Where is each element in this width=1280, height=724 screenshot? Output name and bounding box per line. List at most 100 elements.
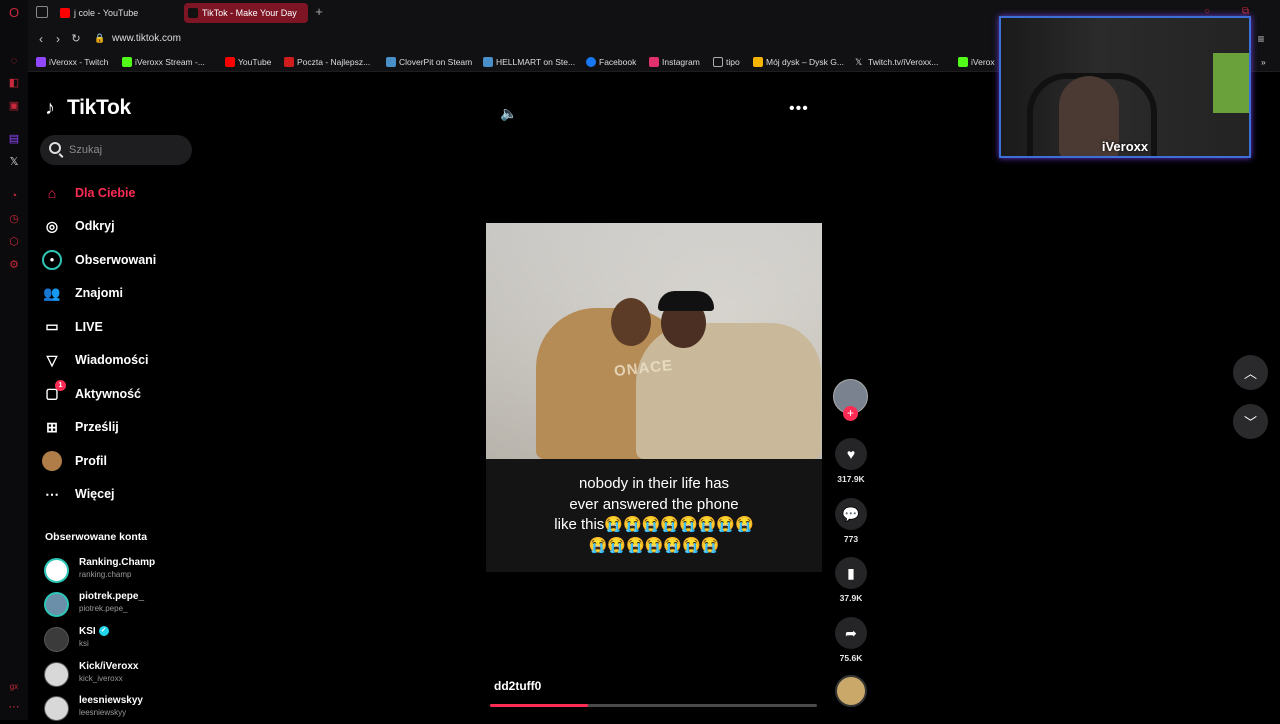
bookmark-item[interactable]: 𝕏 Twitch.tv/iVeroxx...: [855, 55, 938, 69]
bookmark-item[interactable]: HELLMART on Ste...: [483, 55, 575, 69]
music-disc-icon[interactable]: [835, 675, 867, 707]
clock-icon[interactable]: ◷: [7, 212, 21, 226]
bookmark-item[interactable]: YouTube: [225, 55, 271, 69]
nav-item-explore[interactable]: ◎ Odkryj: [42, 210, 212, 244]
drive-icon: [753, 57, 763, 67]
bookmark-label: Poczta - Najlepsz...: [297, 57, 371, 67]
nav-item-messages[interactable]: ▽ Wiadomości: [42, 344, 212, 378]
x-icon[interactable]: 𝕏: [7, 155, 21, 169]
instagram-icon: [649, 57, 659, 67]
avatar: [44, 696, 69, 721]
tiktok-icon: [188, 8, 198, 18]
followed-account[interactable]: KSI ✓ ksi: [44, 625, 194, 655]
profile-icon: [42, 450, 62, 471]
video-player[interactable]: ONACE nobody in their life has ever answ…: [486, 223, 822, 572]
nav-label: Wiadomości: [75, 353, 149, 368]
tab-label: j cole - YouTube: [74, 8, 139, 18]
video-progress-bar[interactable]: [490, 704, 817, 707]
video-more-icon[interactable]: •••: [789, 100, 809, 118]
volume-icon[interactable]: 🔈: [500, 105, 517, 122]
heart-icon: ♥: [835, 438, 867, 470]
caption-line: nobody in their life has: [578, 475, 730, 492]
new-tab-button[interactable]: +: [312, 4, 326, 20]
followed-account[interactable]: piotrek.pepe_ piotrek.pepe_: [44, 590, 194, 620]
tab-tiktok[interactable]: TikTok - Make Your Day: [184, 3, 308, 23]
opera-logo-icon[interactable]: O: [7, 6, 21, 20]
gx-icon[interactable]: gx: [7, 680, 21, 694]
more-icon: ⋯: [45, 485, 59, 502]
extensions-icon[interactable]: ⬡: [7, 235, 21, 249]
tiktok-page: ♪ TikTok ⌂ Dla Ciebie ◎ Odkryj ● Obserwowani…: [28, 72, 1280, 721]
nav-item-live[interactable]: ▭ LIVE: [42, 310, 212, 344]
tiktok-logo[interactable]: ♪ TikTok: [45, 96, 131, 120]
followed-account[interactable]: Ranking.Champ ranking.champ: [44, 556, 194, 586]
account-handle: ranking.champ: [79, 570, 132, 579]
save-button[interactable]: ▮ 37.9K: [833, 557, 869, 603]
account-handle: piotrek.pepe_: [79, 604, 128, 613]
followed-account[interactable]: Kick/iVeroxx kick_iveroxx: [44, 660, 194, 690]
nav-label: Prześlij: [75, 420, 119, 435]
next-video-button[interactable]: ﹀: [1233, 404, 1268, 439]
forward-button[interactable]: ›: [51, 32, 65, 46]
bag-icon[interactable]: ◧: [7, 76, 21, 90]
bookmark-label: Twitch.tv/iVeroxx...: [868, 57, 939, 67]
history-icon[interactable]: ◔: [7, 189, 21, 203]
video-author[interactable]: dd2tuff0: [494, 679, 541, 693]
comment-button[interactable]: 💬 773: [833, 498, 869, 544]
chevron-up-icon: ︿: [1243, 366, 1257, 381]
video-frame: ONACE: [486, 223, 822, 459]
bookmark-item[interactable]: CloverPit on Steam: [386, 55, 472, 69]
tab-overview-icon[interactable]: [36, 6, 48, 18]
more-icon[interactable]: ⋯: [7, 700, 21, 714]
bookmark-item[interactable]: Instagram: [649, 55, 700, 69]
tab-youtube[interactable]: j cole - YouTube: [56, 3, 181, 23]
live-icon: ▭: [45, 318, 59, 335]
messages-icon: ▽: [46, 351, 58, 368]
logo-text: TikTok: [67, 96, 131, 119]
account-handle: kick_iveroxx: [79, 674, 123, 683]
settings-icon[interactable]: ⚙: [7, 258, 21, 272]
compass-icon: ◎: [45, 217, 59, 234]
bookmark-item[interactable]: iVeroxx Stream -...: [122, 55, 205, 69]
messenger-icon[interactable]: ▣: [7, 99, 21, 113]
chevron-down-icon: ﹀: [1243, 415, 1257, 430]
kick-icon: [122, 57, 132, 67]
following-icon: ●: [42, 249, 62, 270]
nav-item-following[interactable]: ● Obserwowani: [42, 243, 212, 277]
back-button[interactable]: ‹: [34, 32, 48, 46]
menu-icon[interactable]: ≡: [1254, 32, 1268, 46]
nav-item-for-you[interactable]: ⌂ Dla Ciebie: [42, 176, 212, 210]
twitch-icon[interactable]: ▤: [7, 132, 21, 146]
x-icon: 𝕏: [855, 57, 863, 67]
bookmarks-more-icon[interactable]: »: [1261, 55, 1266, 69]
account-name: KSI: [79, 626, 96, 637]
reload-button[interactable]: ↻: [69, 32, 83, 46]
nav-item-activity[interactable]: ▢ 1 Aktywność: [42, 377, 212, 411]
nav-item-more[interactable]: ⋯ Więcej: [42, 478, 212, 512]
like-button[interactable]: ♥ 317.9K: [833, 438, 869, 484]
bookmark-item[interactable]: Facebook: [586, 55, 636, 69]
search-box[interactable]: [40, 135, 192, 165]
bookmark-item[interactable]: iVeroxx - Twitch: [36, 55, 108, 69]
verified-icon: ✓: [98, 626, 109, 637]
upload-icon: ⊞: [46, 418, 58, 435]
bookmark-label: tipo: [726, 57, 740, 67]
bookmark-item[interactable]: tipo: [713, 55, 740, 69]
bookmark-item[interactable]: Mój dysk – Dysk G...: [753, 55, 844, 69]
url-field[interactable]: www.tiktok.com: [112, 33, 181, 44]
bookmark-item[interactable]: iVerox: [958, 55, 995, 69]
nav-item-profile[interactable]: Profil: [42, 444, 212, 478]
nav-label: Dla Ciebie: [75, 185, 136, 200]
nav-item-upload[interactable]: ⊞ Prześlij: [42, 411, 212, 445]
share-button[interactable]: ➦ 75.6K: [833, 617, 869, 663]
kick-icon: [958, 57, 968, 67]
search-input[interactable]: [67, 135, 185, 165]
previous-video-button[interactable]: ︿: [1233, 355, 1268, 390]
aria-icon[interactable]: ◌: [7, 54, 21, 68]
nav-item-friends[interactable]: 👥 Znajomi: [42, 277, 212, 311]
avatar: [44, 627, 69, 652]
follow-plus-icon[interactable]: +: [843, 406, 858, 421]
lock-icon: 🔒: [94, 33, 106, 43]
bookmark-item[interactable]: Poczta - Najlepsz...: [284, 55, 370, 69]
home-icon: ⌂: [47, 184, 57, 201]
